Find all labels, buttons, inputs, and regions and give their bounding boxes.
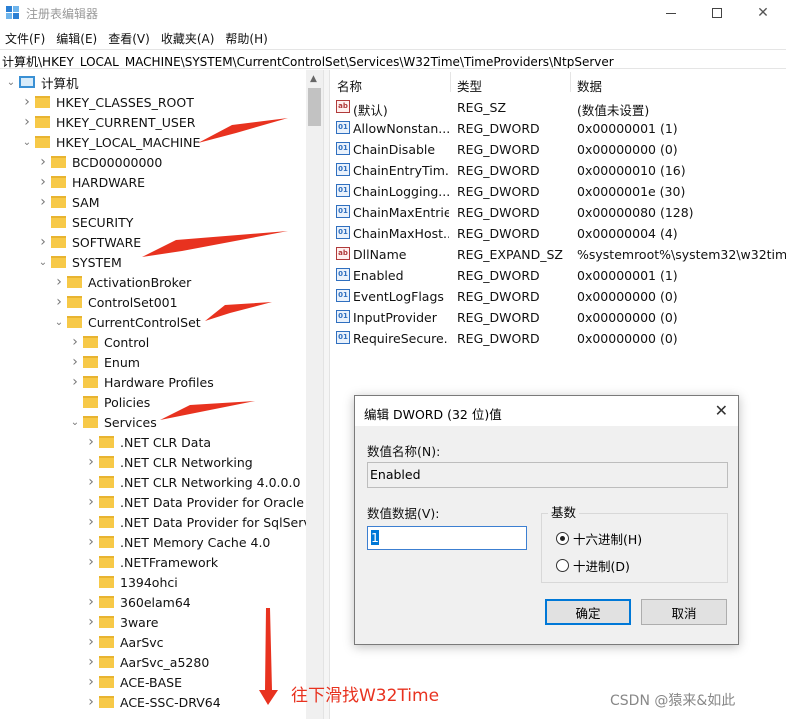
- arrow-system: [142, 231, 288, 257]
- watermark: CSDN @猿来&如此: [610, 693, 736, 709]
- arrow-hklm: [198, 118, 288, 143]
- arrow-down: [259, 608, 278, 705]
- arrow-currentcontrolset: [205, 302, 272, 321]
- annotation-arrows: [142, 118, 288, 705]
- annotation-text: 往下滑找W32Time: [291, 686, 440, 706]
- arrow-services: [160, 401, 255, 420]
